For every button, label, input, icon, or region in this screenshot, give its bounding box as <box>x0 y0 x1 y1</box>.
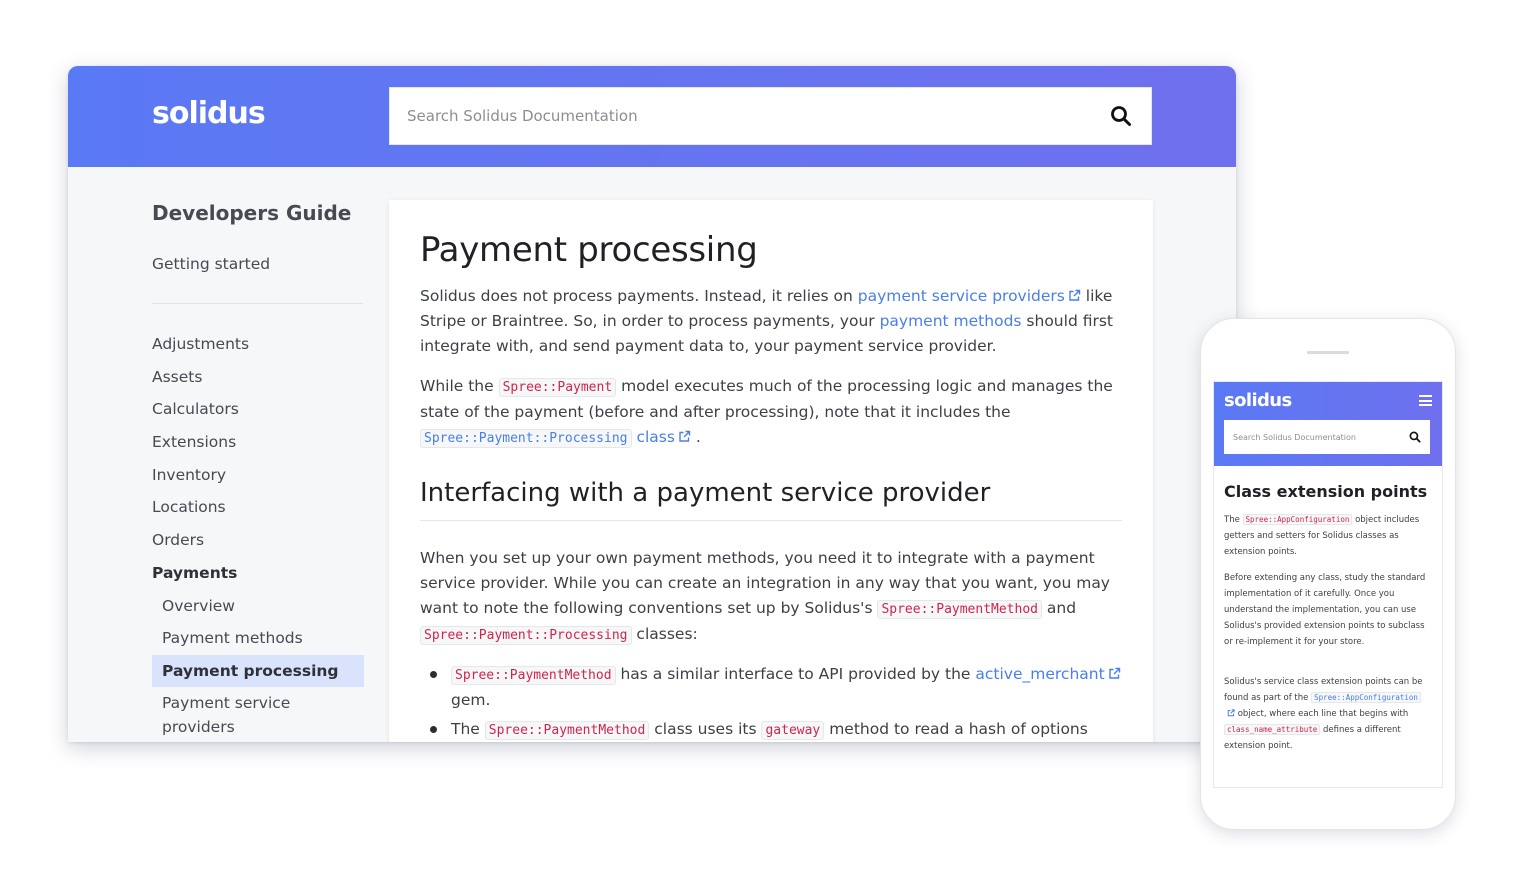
desktop-browser-window: solidus Developers Guide Getting started… <box>68 66 1236 742</box>
inline-code: Spree::Payment <box>498 378 617 397</box>
inline-code: Spree::PaymentMethod <box>451 666 616 685</box>
sidebar-item-orders[interactable]: Orders <box>152 527 364 560</box>
solidus-logo[interactable]: solidus <box>152 96 266 131</box>
inline-code: Spree::Payment::Processing <box>420 429 632 448</box>
sidebar-nav-list: Adjustments Assets Calculators Extension… <box>152 331 364 742</box>
payment-model-paragraph: While the Spree::Payment model executes … <box>420 374 1122 451</box>
text: classes: <box>631 625 698 643</box>
sidebar-item-overview[interactable]: Overview <box>152 593 364 626</box>
sidebar-divider <box>152 303 363 304</box>
search-input[interactable] <box>390 88 1091 144</box>
external-link-icon <box>1069 289 1081 301</box>
page-title: Payment processing <box>420 230 758 270</box>
mobile-content-card: Class extension points The Spree::AppCon… <box>1214 466 1442 787</box>
text: The <box>451 720 485 738</box>
conventions-paragraph: When you set up your own payment methods… <box>420 546 1122 648</box>
payment-service-providers-link[interactable]: payment service providers <box>858 287 1081 305</box>
sidebar-item-locations[interactable]: Locations <box>152 494 364 527</box>
text: object, where each line that begins with <box>1235 709 1409 719</box>
conventions-list: Spree::PaymentMethod has a similar inter… <box>420 662 1122 742</box>
mobile-paragraph: The Spree::AppConfiguration object inclu… <box>1224 512 1430 560</box>
mobile-search-input[interactable] <box>1224 420 1400 454</box>
sidebar-item-payment-service-providers[interactable]: Payment service providers <box>152 691 364 742</box>
list-item: Spree::PaymentMethod has a similar inter… <box>420 662 1122 713</box>
active-merchant-link[interactable]: active_merchant <box>975 665 1120 683</box>
external-link-icon <box>679 430 691 442</box>
mobile-phone-frame: solidus Class extension points The Spree… <box>1200 318 1456 830</box>
text: and <box>1042 599 1077 617</box>
mobile-paragraph: Solidus's service class extension points… <box>1224 674 1430 754</box>
text: gem. <box>451 691 491 709</box>
inline-code: Spree::AppConfiguration <box>1311 692 1421 703</box>
content-card: Payment processing Solidus does not proc… <box>389 200 1153 742</box>
text: . <box>690 428 701 446</box>
link-text: active_merchant <box>975 665 1105 683</box>
link-text: payment service providers <box>857 287 1065 305</box>
text: While the <box>420 377 499 395</box>
mobile-paragraph: Before extending any class, study the st… <box>1224 573 1426 647</box>
mobile-header: solidus <box>1214 382 1442 466</box>
sidebar-item-payment-methods[interactable]: Payment methods <box>152 625 364 658</box>
hamburger-menu-icon[interactable] <box>1419 395 1432 406</box>
text: The <box>1224 515 1243 525</box>
inline-code: class_name_attribute <box>1224 724 1321 735</box>
site-header: solidus <box>68 66 1236 167</box>
search-icon[interactable] <box>1400 420 1430 454</box>
link-text: class <box>636 428 675 446</box>
sidebar-item-adjustments[interactable]: Adjustments <box>152 331 364 364</box>
solidus-logo[interactable]: solidus <box>1224 390 1292 411</box>
processing-class-link[interactable]: Spree::Payment::Processing class <box>420 428 691 448</box>
inline-code: Spree::PaymentMethod <box>877 600 1042 619</box>
mobile-screen: solidus Class extension points The Spree… <box>1213 381 1443 788</box>
inline-code: Spree::PaymentMethod <box>484 721 650 740</box>
inline-code: Spree::Payment::Processing <box>420 626 632 645</box>
sidebar-item-assets[interactable]: Assets <box>152 364 364 397</box>
sidebar-item-extensions[interactable]: Extensions <box>152 429 364 462</box>
mobile-search-bar <box>1224 420 1430 454</box>
mobile-page-title: Class extension points <box>1224 482 1428 501</box>
external-link-icon <box>1227 709 1235 717</box>
section-heading: Interfacing with a payment service provi… <box>420 478 991 508</box>
search-icon[interactable] <box>1091 87 1151 145</box>
sidebar-title: Developers Guide <box>152 201 352 225</box>
external-link-icon <box>1108 667 1120 679</box>
sidebar-item-calculators[interactable]: Calculators <box>152 396 364 429</box>
text: has a similar interface to API provided … <box>615 665 976 683</box>
text: class uses its <box>649 720 762 738</box>
list-item: The Spree::PaymentMethod class uses its … <box>420 717 1122 742</box>
payment-methods-link[interactable]: payment methods <box>880 312 1022 330</box>
sidebar-item-payments[interactable]: Payments <box>152 560 364 593</box>
sidebar-item-payment-processing[interactable]: Payment processing <box>152 654 364 687</box>
text: Solidus does not process payments. Inste… <box>420 287 858 305</box>
search-bar <box>389 87 1152 145</box>
intro-paragraph: Solidus does not process payments. Inste… <box>420 284 1122 359</box>
inline-code: Spree::AppConfiguration <box>1242 514 1353 525</box>
sidebar-item-getting-started[interactable]: Getting started <box>152 255 270 273</box>
sidebar-item-inventory[interactable]: Inventory <box>152 462 364 495</box>
heading-divider <box>420 520 1122 521</box>
inline-code: gateway <box>761 721 825 740</box>
phone-speaker <box>1307 351 1349 354</box>
